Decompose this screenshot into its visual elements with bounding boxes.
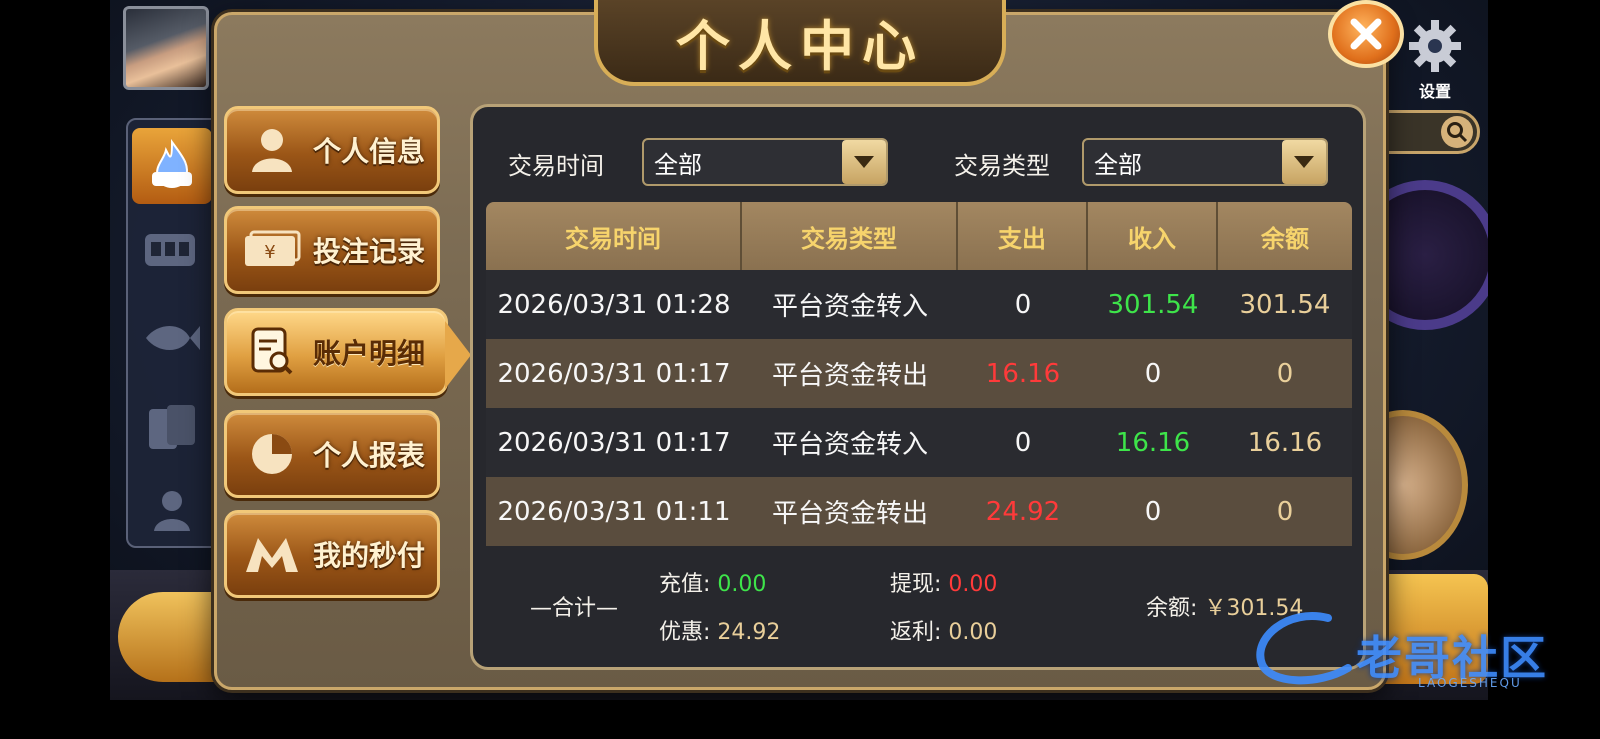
nav-label: 投注记录 <box>313 235 426 268</box>
column-header: 交易类型 <box>742 202 958 270</box>
rebate-summary: 返利: 0.00 <box>890 614 997 646</box>
cell-balance: 0 <box>1276 358 1294 389</box>
cell-income: 0 <box>1144 358 1162 389</box>
summary-section: —合计— 充值: 0.00 优惠: 24.92 提现: 0.00 返利: 0.0… <box>486 560 1352 660</box>
table-row: 2026/03/31 01:17 平台资金转出 16.16 0 0 <box>486 339 1352 408</box>
nav-label: 我的秒付 <box>313 539 426 572</box>
cell-type: 平台资金转入 <box>771 292 928 322</box>
time-filter-value: 全部 <box>654 150 702 179</box>
summary-total-label: —合计— <box>530 596 619 621</box>
discount-summary: 优惠: 24.92 <box>659 614 780 646</box>
rebate-value: 0.00 <box>948 620 998 645</box>
document-search-icon <box>237 317 307 387</box>
cell-expense: 0 <box>1014 427 1032 458</box>
money-bill-icon: ¥ <box>237 215 307 285</box>
modal-title: 个人中心 <box>676 13 924 78</box>
cell-type: 平台资金转出 <box>771 499 928 529</box>
cards-category-tab[interactable] <box>136 398 208 458</box>
withdraw-summary: 提现: 0.00 <box>890 566 997 598</box>
hot-category-tab[interactable] <box>132 128 212 204</box>
slot-machine-icon <box>145 234 195 266</box>
fishing-category-tab[interactable] <box>136 308 208 368</box>
person-icon <box>154 491 190 531</box>
time-filter-select[interactable]: 全部 <box>642 138 888 186</box>
nav-label: 个人报表 <box>313 439 426 472</box>
game-category-rail <box>126 118 222 548</box>
cell-income: 16.16 <box>1115 427 1191 458</box>
time-filter-label: 交易时间 <box>508 152 604 180</box>
swirl-logo-icon <box>1256 612 1352 685</box>
nav-label: 个人信息 <box>313 135 426 168</box>
nav-bet-records[interactable]: ¥ 投注记录 <box>224 206 440 294</box>
nav-my-instant-pay[interactable]: 我的秒付 <box>224 510 440 598</box>
hot-flame-icon <box>152 138 192 188</box>
type-filter-value: 全部 <box>1094 150 1142 179</box>
table-row: 2026/03/31 01:17 平台资金转入 0 16.16 16.16 <box>486 408 1352 477</box>
m-logo-icon <box>237 519 307 589</box>
type-filter-label: 交易类型 <box>954 152 1050 180</box>
cell-time: 2026/03/31 01:17 <box>497 427 731 458</box>
table-header: 交易时间 交易类型 支出 收入 余额 <box>486 202 1352 270</box>
recharge-value: 0.00 <box>717 572 767 597</box>
nav-personal-info[interactable]: 个人信息 <box>224 106 440 194</box>
settings-button[interactable]: 设置 <box>1400 18 1470 101</box>
recharge-label: 充值: <box>659 572 711 597</box>
cell-balance: 0 <box>1276 496 1294 527</box>
cell-time: 2026/03/31 01:17 <box>497 358 731 389</box>
avatar[interactable] <box>123 6 209 90</box>
transactions-table: 交易时间 交易类型 支出 收入 余额 2026/03/31 01:28 平台资金… <box>486 202 1352 546</box>
slots-category-tab[interactable] <box>136 220 208 280</box>
settings-label: 设置 <box>1418 82 1451 101</box>
fish-icon <box>146 326 200 350</box>
close-icon <box>1350 18 1382 50</box>
user-icon <box>237 115 307 185</box>
cell-balance: 16.16 <box>1247 427 1323 458</box>
withdraw-value: 0.00 <box>948 572 998 597</box>
chevron-down-icon[interactable] <box>842 140 886 184</box>
column-header: 收入 <box>1088 202 1218 270</box>
cell-expense: 24.92 <box>985 496 1061 527</box>
search-icon[interactable] <box>1441 116 1473 148</box>
svg-text:¥: ¥ <box>264 242 275 263</box>
playing-cards-icon <box>149 405 195 449</box>
table-row: 2026/03/31 01:11 平台资金转出 24.92 0 0 <box>486 477 1352 546</box>
cell-type: 平台资金转出 <box>771 361 928 391</box>
type-filter-select[interactable]: 全部 <box>1082 138 1328 186</box>
live-category-tab[interactable] <box>136 480 208 540</box>
watermark-logo: 老哥社区 LAOGESHEQU <box>1248 608 1578 698</box>
watermark-subtext: LAOGESHEQU <box>1418 676 1522 690</box>
withdraw-label: 提现: <box>890 572 942 597</box>
column-header: 支出 <box>958 202 1088 270</box>
cell-income: 301.54 <box>1107 289 1199 320</box>
cell-time: 2026/03/31 01:11 <box>497 496 731 527</box>
nav-account-details[interactable]: 账户明细 <box>224 308 471 396</box>
gear-icon <box>1409 20 1461 72</box>
nav-label: 账户明细 <box>313 337 426 370</box>
modal-title-plate: 个人中心 <box>594 0 1006 86</box>
discount-label: 优惠: <box>659 620 711 645</box>
column-header: 余额 <box>1261 224 1309 253</box>
cell-expense: 0 <box>1014 289 1032 320</box>
cell-balance: 301.54 <box>1239 289 1331 320</box>
discount-value: 24.92 <box>717 620 781 645</box>
pie-chart-icon <box>237 419 307 489</box>
cell-time: 2026/03/31 01:28 <box>497 289 731 320</box>
table-row: 2026/03/31 01:28 平台资金转入 0 301.54 301.54 <box>486 270 1352 339</box>
recharge-summary: 充值: 0.00 <box>659 566 766 598</box>
chevron-down-icon[interactable] <box>1282 140 1326 184</box>
close-button[interactable] <box>1328 0 1404 68</box>
cell-income: 0 <box>1144 496 1162 527</box>
nav-personal-report[interactable]: 个人报表 <box>224 410 440 498</box>
rebate-label: 返利: <box>890 620 942 645</box>
cell-expense: 16.16 <box>985 358 1061 389</box>
balance-label: 余额: <box>1146 596 1198 621</box>
column-header: 交易时间 <box>486 202 742 270</box>
cell-type: 平台资金转入 <box>771 430 928 460</box>
